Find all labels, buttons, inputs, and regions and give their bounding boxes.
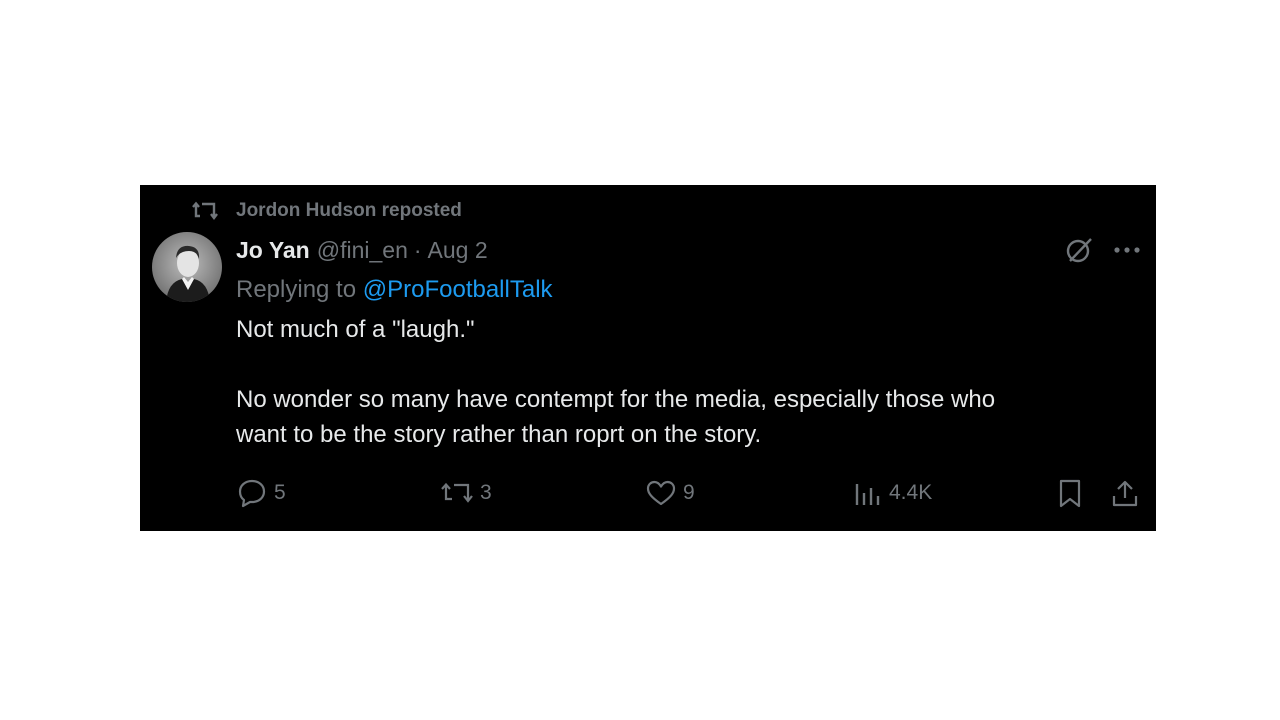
bookmark-button[interactable] [1054, 476, 1086, 510]
grok-icon[interactable] [1064, 235, 1094, 265]
reply-mention-link[interactable]: @ProFootballTalk [363, 276, 553, 303]
share-button[interactable] [1109, 476, 1141, 510]
bookmark-icon [1059, 479, 1081, 508]
tweet-text: Not much of a "laugh." No wonder so many… [236, 316, 996, 448]
view-count: 4.4K [889, 481, 933, 504]
heart-icon [646, 480, 676, 506]
repost-action-icon [441, 482, 473, 503]
repost-count: 3 [480, 481, 492, 504]
reply-context: Replying to @ProFootballTalk [236, 273, 1116, 307]
reply-icon [238, 479, 266, 508]
reply-button[interactable]: 5 [236, 476, 286, 510]
more-icon[interactable] [1112, 235, 1142, 265]
repost-label: Jordon Hudson reposted [236, 200, 462, 221]
tweet-content: Jo Yan @fini_en · Aug 2 Replying to @Pro… [236, 233, 1116, 452]
reply-prefix: Replying to [236, 276, 357, 303]
avatar[interactable] [152, 232, 222, 302]
share-icon [1112, 480, 1138, 507]
tweet-header-actions [1064, 235, 1142, 265]
views-icon [855, 484, 880, 505]
tweet-header: Jo Yan @fini_en · Aug 2 [236, 233, 1116, 267]
separator: · [413, 237, 422, 263]
tweet-actions-bar: 5 3 9 4.4K [236, 476, 1141, 510]
like-count: 9 [683, 481, 695, 504]
repost-context[interactable]: Jordon Hudson reposted [192, 199, 462, 223]
tweet-date[interactable]: Aug 2 [428, 233, 488, 267]
tweet-card[interactable]: Jordon Hudson reposted Jo Yan @fini_en ·… [140, 185, 1156, 531]
reply-count: 5 [274, 481, 286, 504]
like-button[interactable]: 9 [645, 476, 695, 510]
views-button[interactable]: 4.4K [851, 476, 932, 510]
repost-icon [192, 199, 222, 223]
display-name[interactable]: Jo Yan [236, 233, 310, 267]
repost-button[interactable]: 3 [440, 476, 492, 510]
user-handle[interactable]: @fini_en [317, 233, 408, 267]
